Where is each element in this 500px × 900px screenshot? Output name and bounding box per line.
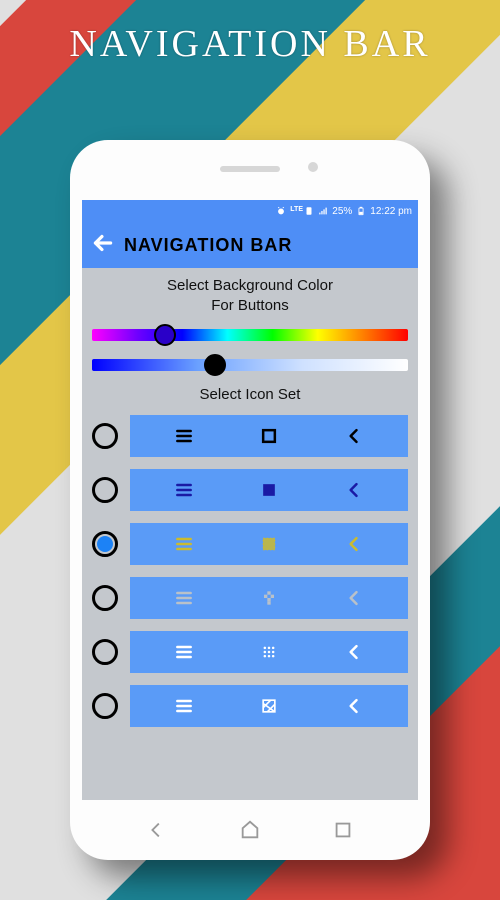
iconset-radio[interactable] <box>92 423 118 449</box>
home-key[interactable] <box>238 818 262 842</box>
iconset-list <box>92 415 408 727</box>
iconset-preview <box>130 631 408 673</box>
iconset-heading: Select Icon Set <box>92 385 408 405</box>
menu-icon <box>173 425 195 447</box>
bgcolor-heading: Select Background Color For Buttons <box>92 276 408 317</box>
lte-icon: LTE <box>290 206 300 216</box>
app-bar: NAVIGATION BAR <box>82 222 418 268</box>
iconset-row[interactable] <box>92 577 408 619</box>
battery-text: 25% <box>332 206 352 217</box>
hue-thumb[interactable] <box>154 324 176 346</box>
sim-icon <box>304 206 314 216</box>
saturation-thumb[interactable] <box>204 354 226 376</box>
menu-icon <box>173 641 195 663</box>
iconset-preview <box>130 415 408 457</box>
content-area: Select Background Color For Buttons Sele… <box>82 268 418 739</box>
home-icon <box>258 533 280 555</box>
clock-text: 12:22 pm <box>370 206 412 217</box>
back-icon <box>343 479 365 501</box>
saturation-slider[interactable] <box>92 355 408 375</box>
home-icon <box>258 479 280 501</box>
iconset-preview <box>130 523 408 565</box>
promo-title: NAVIGATION BAR <box>0 0 500 66</box>
back-icon <box>343 533 365 555</box>
home-icon <box>258 695 280 717</box>
saturation-track <box>92 359 408 371</box>
back-icon <box>343 695 365 717</box>
hardware-nav-bar <box>70 818 430 842</box>
iconset-preview <box>130 469 408 511</box>
signal-icon <box>318 206 328 216</box>
iconset-row[interactable] <box>92 685 408 727</box>
iconset-radio[interactable] <box>92 477 118 503</box>
front-camera <box>308 162 318 172</box>
earpiece <box>220 166 280 172</box>
home-icon <box>258 425 280 447</box>
recent-key[interactable] <box>331 818 355 842</box>
iconset-row[interactable] <box>92 415 408 457</box>
iconset-radio[interactable] <box>92 639 118 665</box>
home-icon <box>258 641 280 663</box>
menu-icon <box>173 695 195 717</box>
bgcolor-heading-line1: Select Background Color <box>167 277 333 294</box>
iconset-row[interactable] <box>92 523 408 565</box>
menu-icon <box>173 479 195 501</box>
alarm-icon <box>276 206 286 216</box>
iconset-radio[interactable] <box>92 693 118 719</box>
screen: LTE 25% 12:22 pm NAVIGATION BAR Select B… <box>82 200 418 800</box>
battery-icon <box>356 206 366 216</box>
phone-frame: LTE 25% 12:22 pm NAVIGATION BAR Select B… <box>70 140 430 860</box>
back-icon <box>343 425 365 447</box>
status-bar: LTE 25% 12:22 pm <box>82 200 418 222</box>
iconset-row[interactable] <box>92 469 408 511</box>
back-icon <box>343 587 365 609</box>
hue-slider[interactable] <box>92 325 408 345</box>
iconset-preview <box>130 577 408 619</box>
iconset-preview <box>130 685 408 727</box>
iconset-radio[interactable] <box>92 531 118 557</box>
menu-icon <box>173 533 195 555</box>
back-icon <box>343 641 365 663</box>
app-title: NAVIGATION BAR <box>124 235 292 256</box>
bgcolor-heading-line2: For Buttons <box>211 297 289 314</box>
iconset-radio[interactable] <box>92 585 118 611</box>
iconset-row[interactable] <box>92 631 408 673</box>
home-icon <box>258 587 280 609</box>
back-key[interactable] <box>145 818 169 842</box>
menu-icon <box>173 587 195 609</box>
back-arrow-icon[interactable] <box>90 230 116 261</box>
hue-track <box>92 329 408 341</box>
